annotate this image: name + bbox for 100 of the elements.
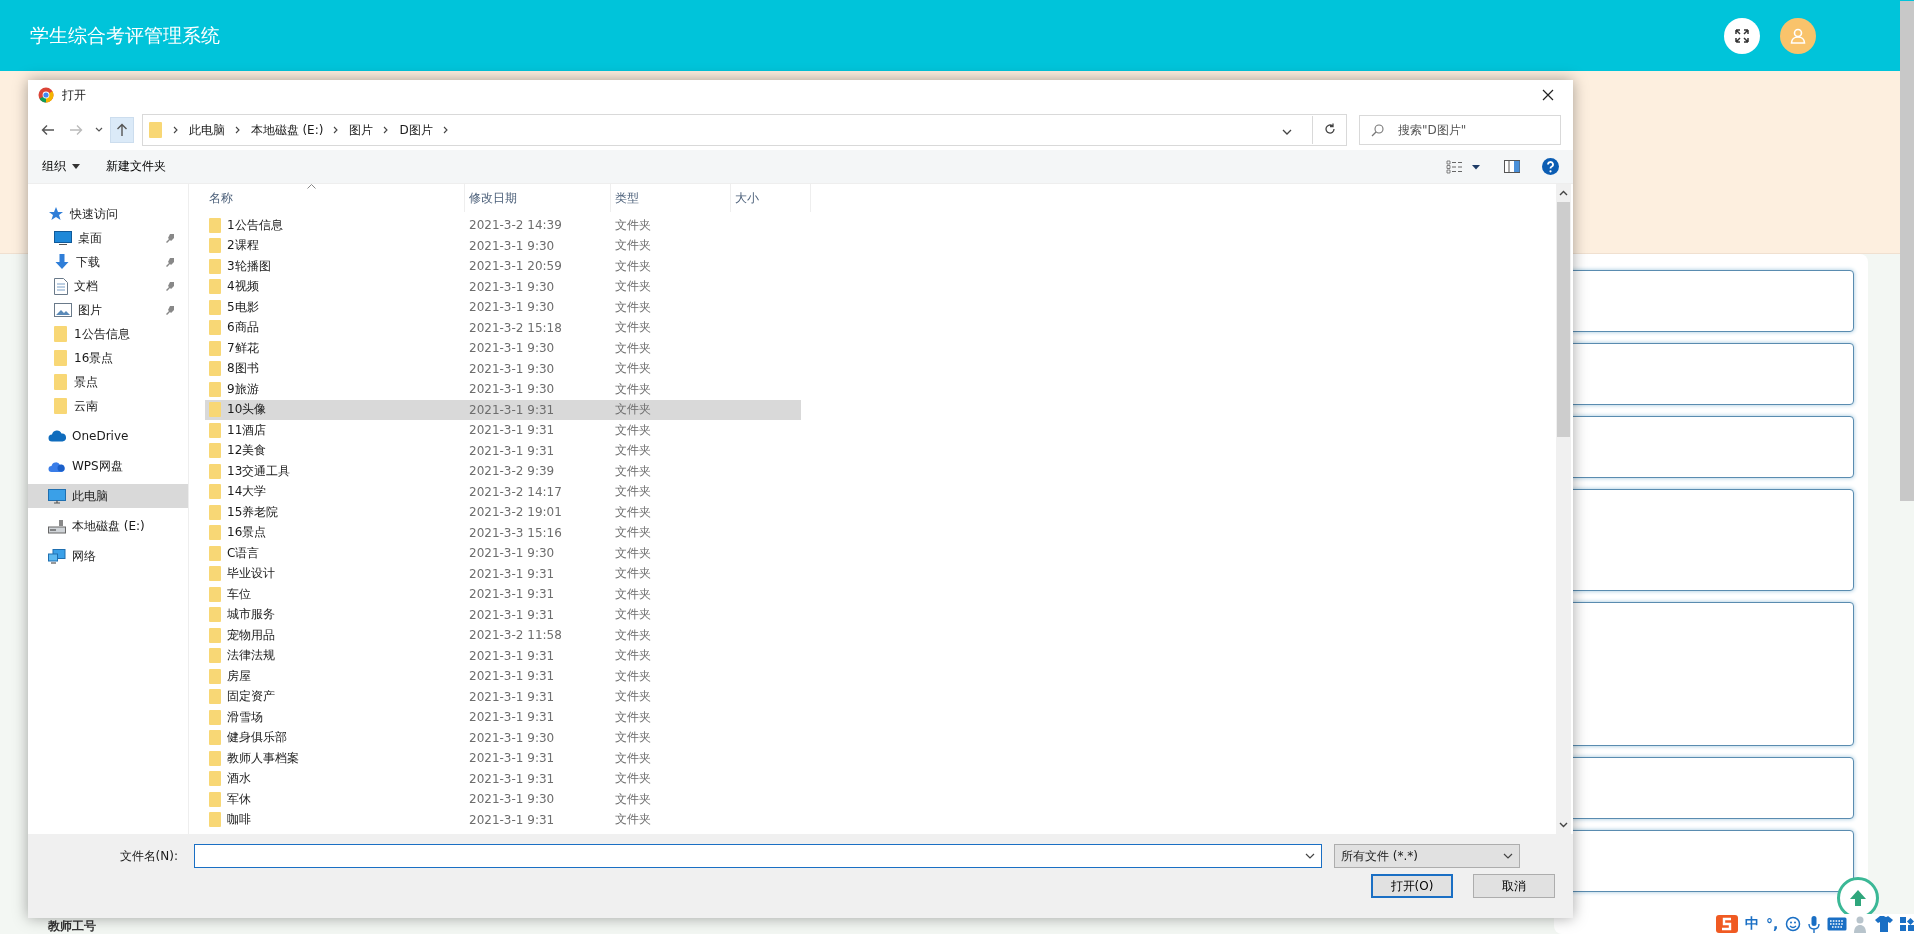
file-row[interactable]: 1公告信息 2021-3-2 14:39 文件夹 [205, 215, 801, 236]
dialog-button[interactable]: 打开(O) [1371, 874, 1453, 898]
file-name: 车位 [227, 585, 251, 603]
file-row[interactable]: 10头像 2021-3-1 9:31 文件夹 [205, 399, 801, 420]
grid-icon[interactable] [1900, 916, 1914, 932]
breadcrumb-item[interactable]: 本地磁盘 (E:) [250, 121, 324, 139]
file-row[interactable]: 咖啡 2021-3-1 9:31 文件夹 [205, 809, 801, 830]
microphone-icon[interactable] [1808, 915, 1821, 933]
folder-icon [209, 319, 222, 337]
organize-button[interactable]: 组织 [36, 156, 86, 177]
scrollbar-thumb[interactable] [1557, 202, 1570, 437]
chevron-right-icon [234, 126, 241, 134]
file-row[interactable]: 军休 2021-3-1 9:30 文件夹 [205, 789, 801, 810]
file-type: 文件夹 [615, 442, 651, 460]
column-header[interactable]: 修改日期 [465, 184, 611, 212]
file-type-dropdown[interactable]: 所有文件 (*.*) [1334, 844, 1520, 868]
file-name-field[interactable] [194, 844, 1322, 868]
avatar-button[interactable] [1780, 17, 1816, 54]
sidebar-item[interactable]: 文档 [28, 274, 188, 298]
sidebar-item[interactable]: 景点 [28, 370, 188, 394]
file-row[interactable]: 9旅游 2021-3-1 9:30 文件夹 [205, 379, 801, 400]
file-row[interactable]: 14大学 2021-3-2 14:17 文件夹 [205, 481, 801, 502]
file-row[interactable]: 法律法规 2021-3-1 9:31 文件夹 [205, 645, 801, 666]
ime-mode[interactable]: 中 [1745, 915, 1759, 933]
dialog-button[interactable]: 取消 [1473, 874, 1555, 898]
file-row[interactable]: 12美食 2021-3-1 9:31 文件夹 [205, 440, 801, 461]
file-row[interactable]: 8图书 2021-3-1 9:30 文件夹 [205, 358, 801, 379]
sidebar-item[interactable]: 云南 [28, 394, 188, 418]
file-row[interactable]: 滑雪场 2021-3-1 9:31 文件夹 [205, 707, 801, 728]
file-row[interactable]: 2课程 2021-3-1 9:30 文件夹 [205, 235, 801, 256]
cloud-icon [48, 430, 66, 442]
address-bar[interactable]: 此电脑 本地磁盘 (E:) 图片 D图片 [141, 114, 1347, 146]
file-row[interactable]: 车位 2021-3-1 9:31 文件夹 [205, 584, 801, 605]
modified-date: 2021-3-1 9:31 [469, 423, 555, 438]
file-row[interactable]: 11酒店 2021-3-1 9:31 文件夹 [205, 420, 801, 441]
folder-icon [209, 360, 222, 378]
sidebar-item[interactable]: 桌面 [28, 226, 188, 250]
column-header[interactable]: 名称 [205, 184, 465, 212]
shirt-icon[interactable] [1875, 916, 1894, 932]
file-row[interactable]: 4视频 2021-3-1 9:30 文件夹 [205, 276, 801, 297]
file-name: 15养老院 [227, 503, 279, 521]
modified-date: 2021-3-1 9:31 [469, 689, 555, 704]
file-row[interactable]: C语言 2021-3-1 9:30 文件夹 [205, 543, 801, 564]
fullscreen-button[interactable] [1724, 17, 1760, 54]
file-row[interactable]: 7鲜花 2021-3-1 9:30 文件夹 [205, 338, 801, 359]
breadcrumb-item[interactable]: 此电脑 [188, 121, 225, 139]
keyboard-icon[interactable] [1827, 917, 1848, 931]
sidebar-item[interactable]: 1公告信息 [28, 322, 188, 346]
folder-icon [209, 503, 222, 521]
chevron-down-icon [94, 127, 103, 133]
desktop-icon [54, 231, 72, 245]
file-name: 12美食 [227, 442, 267, 460]
file-name: 2课程 [227, 237, 259, 255]
sidebar-item[interactable]: 图片 [28, 298, 188, 322]
file-row[interactable]: 教师人事档案 2021-3-1 9:31 文件夹 [205, 748, 801, 769]
file-row[interactable]: 6商品 2021-3-2 15:18 文件夹 [205, 317, 801, 338]
folder-icon [209, 667, 222, 685]
file-row[interactable]: 固定资产 2021-3-1 9:31 文件夹 [205, 686, 801, 707]
folder-icon [209, 216, 222, 234]
list-scrollbar[interactable] [1556, 184, 1571, 834]
breadcrumb-item[interactable]: 图片 [349, 121, 374, 139]
page-scrollbar[interactable] [1900, 1, 1914, 501]
folder-icon [209, 811, 222, 829]
file-row[interactable]: 城市服务 2021-3-1 9:31 文件夹 [205, 604, 801, 625]
scroll-down-icon [1559, 822, 1568, 828]
folder-icon [209, 442, 222, 460]
up-button[interactable] [109, 117, 134, 143]
search-field[interactable]: 搜索"D图片" [1359, 115, 1561, 145]
sidebar-item[interactable]: 此电脑 [28, 484, 188, 508]
folder-icon [209, 278, 222, 296]
file-row[interactable]: 13交通工具 2021-3-2 9:39 文件夹 [205, 461, 801, 482]
sidebar-item[interactable]: 快速访问 [28, 202, 188, 226]
sidebar-item[interactable]: 网络 [28, 544, 188, 568]
smiley-icon[interactable] [1785, 916, 1802, 932]
sidebar-item[interactable]: 下载 [28, 250, 188, 274]
file-row[interactable]: 16景点 2021-3-3 15:16 文件夹 [205, 522, 801, 543]
folder-icon [209, 544, 222, 562]
details-view-icon [1446, 159, 1482, 174]
ime-logo-icon[interactable] [1716, 915, 1738, 933]
column-header[interactable]: 类型 [611, 184, 731, 212]
chevron-right-icon [383, 126, 390, 134]
file-row[interactable]: 宠物用品 2021-3-2 11:58 文件夹 [205, 625, 801, 646]
modified-date: 2021-3-1 9:31 [469, 710, 555, 725]
new-folder-button[interactable]: 新建文件夹 [100, 156, 172, 177]
sidebar-item[interactable]: WPS网盘 [28, 454, 188, 478]
dialog-title: 打开 [62, 86, 86, 104]
file-row[interactable]: 酒水 2021-3-1 9:31 文件夹 [205, 768, 801, 789]
ime-punctuation[interactable]: °, [1766, 916, 1779, 932]
file-name: 宠物用品 [227, 626, 275, 644]
file-row[interactable]: 房屋 2021-3-1 9:31 文件夹 [205, 666, 801, 687]
column-header[interactable]: 大小 [731, 184, 811, 212]
sidebar-item[interactable]: OneDrive [28, 424, 188, 448]
sidebar-item[interactable]: 本地磁盘 (E:) [28, 514, 188, 538]
sidebar-item[interactable]: 16景点 [28, 346, 188, 370]
file-row[interactable]: 5电影 2021-3-1 9:30 文件夹 [205, 297, 801, 318]
file-row[interactable]: 3轮播图 2021-3-1 20:59 文件夹 [205, 256, 801, 277]
file-row[interactable]: 毕业设计 2021-3-1 9:31 文件夹 [205, 563, 801, 584]
breadcrumb-item[interactable]: D图片 [399, 121, 433, 139]
file-row[interactable]: 健身俱乐部 2021-3-1 9:30 文件夹 [205, 727, 801, 748]
file-row[interactable]: 15养老院 2021-3-2 19:01 文件夹 [205, 502, 801, 523]
